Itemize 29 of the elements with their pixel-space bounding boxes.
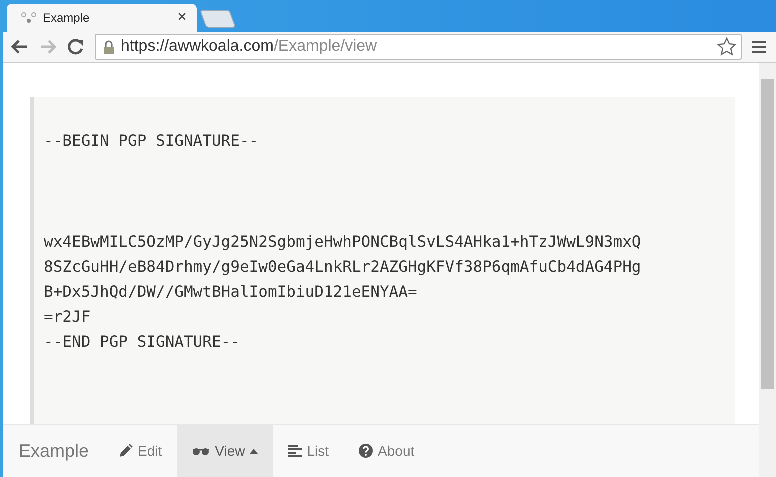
- favicon-icon: [21, 11, 37, 25]
- lock-icon: [103, 40, 115, 54]
- brand-link[interactable]: Example: [19, 425, 104, 477]
- code-line: 8SZcGuHH/eB84Drhmy/g9eIw0eGa4LnkRLr2AZGHgKFVf38P6qmAfuCb4dAG4PHg: [44, 257, 642, 278]
- caret-icon: [250, 448, 258, 454]
- code-line: --END PGP SIGNATURE--: [44, 332, 241, 353]
- address-bar[interactable]: https://awwkoala.com/Example/view: [95, 34, 742, 60]
- close-tab-button[interactable]: ×: [178, 9, 187, 27]
- nav-item[interactable]: About: [344, 425, 430, 477]
- back-icon[interactable]: [11, 39, 29, 55]
- glasses-icon: [192, 446, 210, 456]
- url-text: https://awwkoala.com/Example/view: [121, 38, 378, 56]
- tab-title: Example: [43, 11, 91, 25]
- pencil-icon: [119, 444, 134, 458]
- browser-tab[interactable]: Example ×: [7, 4, 197, 32]
- scrollbar[interactable]: [759, 63, 776, 477]
- bookmark-star-icon[interactable]: [717, 37, 737, 57]
- help-icon: [359, 444, 374, 458]
- list-icon: [288, 444, 302, 458]
- scrollbar-thumb[interactable]: [761, 79, 774, 389]
- nav-item[interactable]: List: [273, 425, 344, 477]
- code-line: B+Dx5JhQd/DW//GMwtBHalIomIbiuD121eENYAA=: [44, 282, 418, 303]
- code-line: --BEGIN PGP SIGNATURE--: [44, 131, 260, 152]
- code-line: =r2JF: [44, 307, 92, 328]
- nav-item[interactable]: Edit: [104, 425, 178, 477]
- nav-item[interactable]: View: [177, 425, 274, 477]
- code-line: wx4EBwMILC5OzMP/GyJg25N2SgbmjeHwhPONCBqlSvLS4AHka1+hTzJWwL9N3mxQ: [44, 232, 642, 253]
- reload-icon[interactable]: [67, 38, 85, 56]
- menu-icon[interactable]: [752, 40, 766, 54]
